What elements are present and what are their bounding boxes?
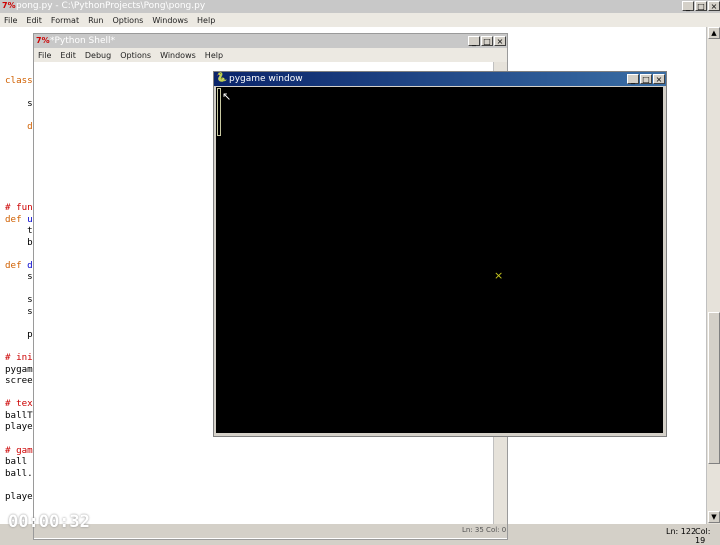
menu-options[interactable]: Options [112, 16, 143, 25]
scroll-up-icon[interactable]: ▲ [708, 27, 720, 39]
close-icon[interactable]: × [653, 74, 665, 84]
scroll-down-icon[interactable]: ▼ [708, 511, 720, 523]
code-token: def [5, 259, 28, 271]
shell-title-bar[interactable]: 7% *Python Shell* _ □ × [34, 34, 507, 48]
pygame-canvas[interactable]: × [216, 87, 663, 433]
shell-menu-edit[interactable]: Edit [60, 51, 76, 60]
shell-status: Ln: 35 Col: 0 [462, 526, 507, 534]
editor-scrollbar[interactable]: ▲ ▼ [706, 27, 720, 524]
scroll-thumb[interactable] [708, 312, 720, 464]
shell-menu-bar: File Edit Debug Options Windows Help [34, 48, 507, 62]
paddle [217, 88, 221, 136]
shell-title: *Python Shell* [50, 36, 116, 46]
pygame-snake-icon: 🐍 [216, 73, 228, 83]
status-col: Col: 19 [695, 527, 711, 545]
status-line: Ln: 122 [666, 527, 697, 536]
shell-status-bar: Ln: 35 Col: 0 [34, 524, 507, 538]
menu-format[interactable]: Format [51, 16, 79, 25]
shell-menu-file[interactable]: File [38, 51, 51, 60]
maximize-icon[interactable]: □ [640, 74, 652, 84]
menu-help[interactable]: Help [197, 16, 215, 25]
minimize-icon[interactable]: _ [682, 1, 694, 11]
menu-edit[interactable]: Edit [26, 16, 42, 25]
ball-marker-icon: × [494, 269, 504, 282]
shell-menu-windows[interactable]: Windows [160, 51, 196, 60]
editor-title: pong.py - C:\PythonProjects\Pong\pong.py [16, 1, 206, 11]
idle-icon: 7% [2, 1, 16, 10]
shell-menu-options[interactable]: Options [120, 51, 151, 60]
pygame-window: 🐍 pygame window _ □ × × [213, 71, 667, 437]
pygame-title-bar[interactable]: 🐍 pygame window _ □ × [214, 72, 666, 86]
minimize-icon[interactable]: _ [468, 36, 480, 46]
close-icon[interactable]: × [708, 1, 720, 11]
idle-icon: 7% [36, 36, 50, 45]
code-token: def [5, 213, 28, 225]
close-icon[interactable]: × [494, 36, 506, 46]
editor-title-bar[interactable]: 7% pong.py - C:\PythonProjects\Pong\pong… [0, 0, 720, 13]
menu-file[interactable]: File [4, 16, 17, 25]
maximize-icon[interactable]: □ [695, 1, 707, 11]
menu-windows[interactable]: Windows [152, 16, 188, 25]
menu-run[interactable]: Run [88, 16, 103, 25]
shell-menu-help[interactable]: Help [205, 51, 223, 60]
maximize-icon[interactable]: □ [481, 36, 493, 46]
video-timestamp: 00:00:32 [8, 512, 90, 532]
shell-menu-debug[interactable]: Debug [85, 51, 111, 60]
editor-menu-bar: File Edit Format Run Options Windows Hel… [0, 13, 720, 27]
minimize-icon[interactable]: _ [627, 74, 639, 84]
pygame-title: pygame window [229, 74, 303, 84]
mouse-cursor-icon: ↖ [222, 90, 232, 103]
